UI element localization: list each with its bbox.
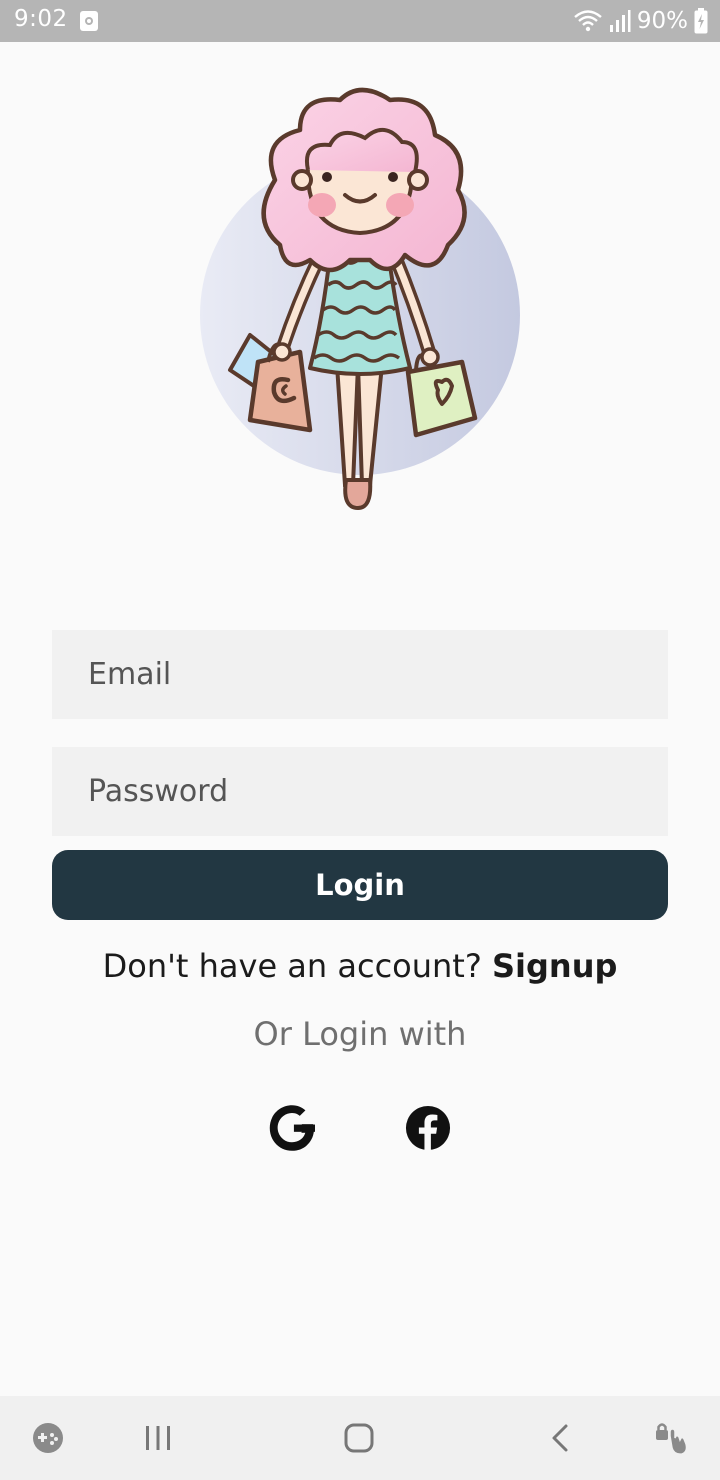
game-launcher-icon[interactable]: [28, 1418, 68, 1458]
wifi-icon: [574, 10, 602, 32]
email-field[interactable]: [52, 630, 668, 719]
status-indicators: 90%: [573, 6, 708, 36]
signup-link[interactable]: Signup: [492, 947, 617, 985]
status-bar: 9:02 90%: [0, 0, 720, 42]
google-icon[interactable]: [269, 1105, 315, 1151]
recents-icon[interactable]: [138, 1418, 178, 1458]
signal-icon: [609, 10, 631, 32]
login-button[interactable]: Login: [52, 850, 668, 920]
password-field[interactable]: [52, 747, 668, 836]
shopping-girl-illustration: [200, 87, 520, 511]
app-notification-icon: [80, 11, 98, 31]
signup-prompt-text: Don't have an account?: [102, 947, 482, 985]
battery-percentage: 90%: [636, 8, 688, 34]
back-icon[interactable]: [541, 1418, 581, 1458]
signup-prompt-line: Don't have an account? Signup: [0, 947, 720, 985]
touch-lock-icon[interactable]: [650, 1418, 690, 1458]
home-icon[interactable]: [339, 1418, 379, 1458]
system-navigation-bar: [0, 1396, 720, 1480]
facebook-icon[interactable]: [405, 1105, 451, 1151]
battery-charging-icon: [694, 8, 708, 34]
status-time: 9:02: [14, 6, 68, 32]
social-login-heading: Or Login with: [253, 1015, 467, 1053]
